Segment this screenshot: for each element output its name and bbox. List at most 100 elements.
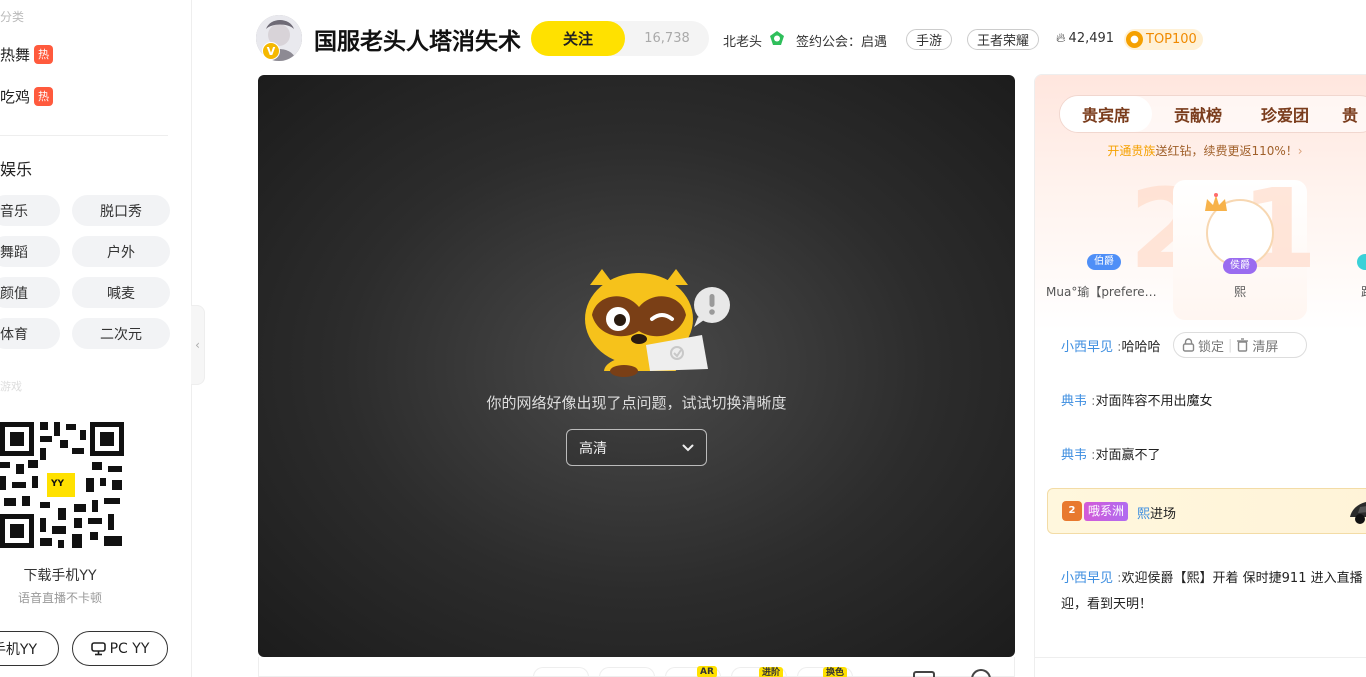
lock-button[interactable]: 锁定 [1182,336,1224,355]
lock-icon [1182,338,1195,352]
follow-button[interactable]: 关注 [531,21,625,56]
mobile-yy-label: 手机YY [0,641,38,658]
quality-value: 高清 [579,440,607,457]
hot-badge: 热 [34,45,54,64]
tag-honor-of-kings[interactable]: 王者荣耀 [967,29,1040,50]
category-pill-dance[interactable]: 舞蹈 [0,236,60,267]
tag-mobile-game[interactable]: 手游 [906,29,953,50]
welcome-line-1: 欢迎侯爵【熙】开着 保时捷911 进入直播 [1121,571,1363,586]
chevron-down-icon [682,444,694,451]
lock-label: 锁定 [1198,339,1225,355]
tab-contribution[interactable]: 贡献榜 [1155,96,1241,132]
clear-label: 清屏 [1252,339,1279,355]
seat-name[interactable]: Mua°瑜【prefere… [1046,283,1157,300]
promo-highlight: 开通贵族 [1107,144,1156,158]
chat-nick[interactable]: 小西早见 [1061,340,1113,355]
sidebar-section-title: 娱乐 [0,160,33,179]
category-pill-music[interactable]: 音乐 [0,195,60,226]
seat-name[interactable]: 熙 [1234,283,1246,300]
category-label: 分类 [0,10,25,24]
mobile-yy-button[interactable]: 手机YY [0,631,59,666]
heat-value: 42,491 [1068,31,1115,46]
entry-nick[interactable]: 熙 [1137,507,1150,522]
noble-promo[interactable]: 开通贵族送红钻，续费更返110%！› [1035,142,1366,159]
category-pill-grid: 音乐 脱口秀 舞蹈 户外 颜值 喊麦 体育 二次元 [0,195,170,349]
sidebar-more-label: 游戏 [0,380,22,393]
category-pill-talkshow[interactable]: 脱口秀 [72,195,170,226]
promo-text: 送红钻，续费更返110%！ [1155,144,1298,158]
car-icon [1350,501,1366,524]
category-pill-looks[interactable]: 颜值 [0,277,60,308]
flame-icon: 🔥︎ [1056,31,1066,46]
sidebar-item-hot-dance[interactable]: 热舞 热 [0,44,54,65]
level-badge: 2 [1062,501,1082,521]
entry-action: 进场 [1150,507,1177,522]
category-pill-anime[interactable]: 二次元 [72,318,170,349]
chat-message: 典韦 :对面赢不了 [1061,448,1161,463]
toolbar-advanced-tag: 进阶 [759,667,784,677]
toolbar-color-tag: 换色 [823,667,848,677]
top100-label: TOP100 [1146,32,1197,47]
video-player[interactable]: 你的网络好像出现了点问题，试试切换清晰度 高清 [258,75,1015,657]
seat-badge-marquis: 侯爵 [1223,258,1257,274]
seat-name[interactable]: 路 [1361,283,1366,300]
tool-divider: | [1228,337,1233,353]
raccoon-mascot-icon [585,269,730,377]
welcome-message-line-2: 迎，看到天明！ [1061,597,1153,612]
follower-count: 16,738 [644,31,690,46]
tab-vip-seats[interactable]: 贵宾席 [1060,96,1152,132]
seat-badge-earl: 伯爵 [1087,254,1121,270]
verified-badge: V [262,42,280,60]
quality-select[interactable]: 高清 [566,429,707,466]
anchor-level-icon [770,31,784,45]
monitor-icon [90,641,106,655]
category-pill-outdoor[interactable]: 户外 [72,236,170,267]
sidebar-item-pubg[interactable]: 吃鸡 热 [0,86,54,107]
hot-badge: 热 [34,87,54,106]
help-icon[interactable] [971,669,991,677]
chevron-left-icon: ‹ [195,338,200,352]
panel-tabs: 贵宾席 贡献榜 珍爱团 贵 [1059,95,1366,133]
entry-text: 熙进场 [1137,503,1176,522]
chat-text: 哈哈哈 [1121,340,1161,355]
right-panel: 贵宾席 贡献榜 珍爱团 贵 开通贵族送红钻，续费更返110%！› 2 1 伯爵 … [1034,74,1366,677]
vip-seat-area: 贵宾席 贡献榜 珍爱团 贵 开通贵族送红钻，续费更返110%！› 2 1 伯爵 … [1035,75,1366,331]
chat-message: 小西早见 :哈哈哈 [1061,340,1161,355]
pc-yy-button[interactable]: PC YY [72,631,168,666]
category-pill-sports[interactable]: 体育 [0,318,60,349]
screen-icon[interactable] [913,671,935,677]
sidebar-item-label: 吃鸡 [0,88,31,106]
sidebar-item-label: 热舞 [0,46,31,64]
sidebar-collapse-button[interactable]: ‹ [191,305,205,385]
toolbar-item[interactable] [599,667,655,677]
welcome-message: 小西早见 :欢迎侯爵【熙】开着 保时捷911 进入直播 [1061,571,1363,586]
chat-nick[interactable]: 小西早见 [1061,571,1113,586]
anchor-name[interactable]: 北老头 [723,31,762,50]
rank-coin-icon: ● [1126,31,1143,48]
chat-input-area [1035,657,1366,658]
toolbar-ar-tag: AR [697,666,717,677]
chat-text: 对面阵容不用出魔女 [1095,394,1213,409]
player-toolbar: AR 进阶 换色 [258,657,1015,677]
chat-nick[interactable]: 典韦 [1061,448,1087,463]
chat-text: 对面赢不了 [1095,448,1161,463]
chevron-right-icon: › [1297,144,1303,158]
left-sidebar: 分类 热舞 热 吃鸡 热 娱乐 音乐 脱口秀 舞蹈 户外 颜值 喊麦 体育 二次… [0,0,192,677]
chat-tools: 锁定 | 清屏 [1173,332,1307,358]
guild-label[interactable]: 签约公会：启遇 [796,31,887,50]
category-pill-shout[interactable]: 喊麦 [72,277,170,308]
download-subtitle: 语音直播不卡顿 [17,591,102,605]
tab-fan-club[interactable]: 珍爱团 [1242,96,1328,132]
tab-noble[interactable]: 贵 [1342,96,1366,132]
room-title: 国服老头人塔消失术 [314,29,521,55]
network-error-message: 你的网络好像出现了点问题，试试切换清晰度 [486,394,787,412]
toolbar-item[interactable] [533,667,589,677]
top100-badge[interactable]: ● TOP100 [1124,29,1203,50]
entry-notice: 2 哦系洲 熙进场 [1047,488,1366,534]
crown-icon [1205,193,1227,211]
qr-yy-logo: YY [51,479,65,489]
clear-screen-button[interactable]: 清屏 [1236,336,1278,355]
download-title: 下载手机YY [23,568,97,584]
chat-message: 典韦 :对面阵容不用出魔女 [1061,394,1213,409]
chat-nick[interactable]: 典韦 [1061,394,1087,409]
